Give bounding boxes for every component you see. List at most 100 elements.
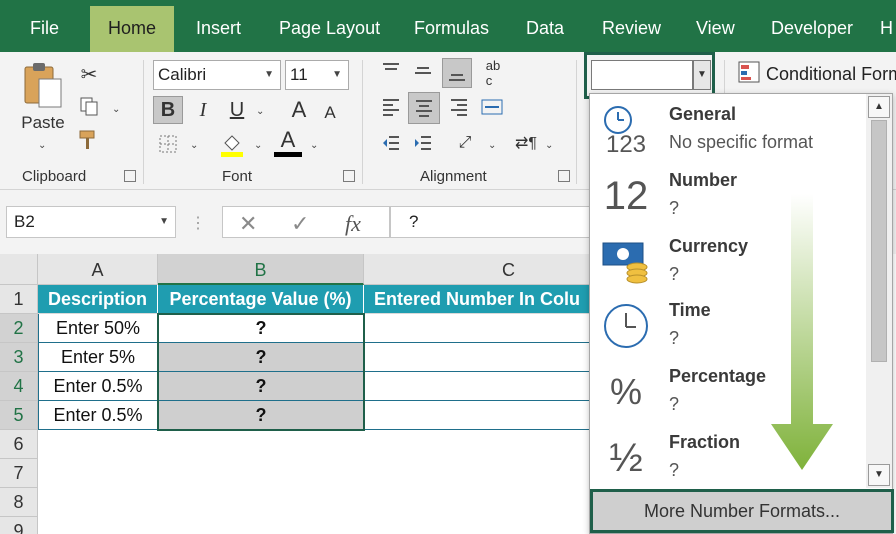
table-cell[interactable]: ? — [158, 372, 364, 401]
underline-dropdown-icon[interactable]: ⌄ — [256, 106, 264, 117]
table-header-cell[interactable]: Percentage Value (%) — [158, 285, 364, 314]
tab-help[interactable]: H — [880, 0, 893, 52]
row-header[interactable]: 7 — [0, 459, 38, 488]
conditional-formatting-label: Conditional Form — [766, 63, 896, 84]
chevron-down-icon[interactable]: ▼ — [693, 60, 711, 90]
alignment-launcher-icon[interactable] — [558, 170, 570, 182]
table-cell[interactable] — [364, 314, 590, 343]
bold-button[interactable]: B — [153, 96, 183, 124]
align-middle-icon[interactable] — [410, 60, 436, 82]
table-cell[interactable]: Enter 0.5% — [38, 401, 158, 430]
number-format-combo[interactable]: ▼ — [584, 52, 715, 99]
increase-indent-icon[interactable] — [410, 130, 436, 156]
tab-data[interactable]: Data — [526, 0, 564, 52]
paragraph-direction-dropdown-icon[interactable]: ⌄ — [545, 140, 553, 151]
italic-button[interactable]: I — [189, 96, 217, 124]
table-cell[interactable] — [364, 401, 590, 430]
fill-color-icon[interactable] — [218, 130, 246, 158]
font-launcher-icon[interactable] — [343, 170, 355, 182]
percent-icon: % — [609, 371, 642, 412]
cancel-icon[interactable]: ✕ — [239, 211, 257, 237]
number-format-name: Currency — [669, 236, 749, 256]
shrink-font-button[interactable]: A — [317, 100, 343, 126]
row-header[interactable]: 2 — [0, 314, 38, 343]
enter-icon[interactable]: ✓ — [291, 211, 309, 237]
tab-developer[interactable]: Developer — [771, 0, 853, 52]
tab-review[interactable]: Review — [602, 0, 661, 52]
table-cell-active[interactable]: ? — [158, 314, 364, 343]
chevron-down-icon[interactable]: ▼ — [159, 207, 169, 237]
row-header[interactable]: 6 — [0, 430, 38, 459]
formula-input[interactable]: ? — [390, 206, 610, 238]
row-header[interactable]: 9 — [0, 517, 38, 534]
font-size-combo[interactable]: 11 ▼ — [285, 60, 349, 90]
table-cell[interactable]: ? — [158, 401, 364, 430]
font-color-button[interactable]: A — [274, 127, 302, 152]
table-cell[interactable] — [364, 372, 590, 401]
chevron-down-icon[interactable]: ▼ — [332, 61, 342, 89]
column-header-b[interactable]: B — [158, 254, 364, 285]
borders-icon[interactable] — [155, 132, 181, 156]
borders-dropdown-icon[interactable]: ⌄ — [190, 140, 198, 151]
paste-button[interactable]: Paste — [18, 112, 68, 134]
font-name-combo[interactable]: Calibri ▼ — [153, 60, 281, 90]
tab-view[interactable]: View — [696, 0, 735, 52]
font-size-value: 11 — [290, 65, 308, 84]
fill-color-dropdown-icon[interactable]: ⌄ — [254, 140, 262, 151]
insert-function-icon[interactable]: fx — [345, 211, 361, 237]
align-center-icon[interactable] — [408, 92, 440, 124]
row-header[interactable]: 8 — [0, 488, 38, 517]
conditional-formatting-button[interactable]: Conditional Form — [738, 60, 896, 88]
row-header[interactable]: 3 — [0, 343, 38, 372]
tab-home[interactable]: Home — [90, 6, 175, 56]
number-format-name: General — [669, 104, 737, 124]
row-header[interactable]: 5 — [0, 401, 38, 430]
name-box[interactable]: B2 ▼ — [6, 206, 176, 238]
dropdown-scrollbar[interactable]: ▲ ▼ — [866, 94, 892, 488]
table-cell[interactable]: ? — [158, 343, 364, 372]
tab-file[interactable]: File — [30, 0, 59, 52]
text-angle-icon[interactable]: ⤢ — [452, 130, 478, 156]
align-bottom-icon[interactable] — [442, 58, 472, 88]
scroll-up-icon[interactable]: ▲ — [868, 96, 890, 118]
tab-page-layout[interactable]: Page Layout — [279, 0, 380, 52]
table-header-cell[interactable]: Entered Number In Colu — [364, 285, 590, 314]
align-left-icon[interactable] — [378, 94, 404, 120]
select-all-corner[interactable] — [0, 254, 38, 285]
row-header[interactable]: 4 — [0, 372, 38, 401]
orientation-icon[interactable]: ab c — [478, 58, 508, 88]
decrease-indent-icon[interactable] — [378, 130, 404, 156]
more-number-formats-button[interactable]: More Number Formats... — [590, 489, 894, 533]
tab-insert[interactable]: Insert — [196, 0, 241, 52]
number-format-input[interactable] — [591, 60, 693, 90]
table-cell[interactable]: Enter 0.5% — [38, 372, 158, 401]
underline-button[interactable]: U — [223, 96, 251, 124]
chevron-down-icon[interactable]: ▼ — [264, 61, 274, 89]
font-color-dropdown-icon[interactable]: ⌄ — [310, 140, 318, 151]
table-header-cell[interactable]: Description — [38, 285, 158, 314]
clipboard-launcher-icon[interactable] — [124, 170, 136, 182]
grow-font-button[interactable]: A — [285, 96, 313, 124]
scrollbar-thumb[interactable] — [871, 120, 887, 362]
text-angle-dropdown-icon[interactable]: ⌄ — [488, 140, 496, 151]
row-header[interactable]: 1 — [0, 285, 38, 314]
format-painter-icon[interactable] — [76, 128, 102, 152]
paragraph-direction-icon[interactable]: ⇄¶ — [512, 130, 540, 156]
number-format-option-general[interactable]: 123 General No specific format — [590, 98, 866, 164]
cut-icon[interactable]: ✂ — [76, 62, 102, 86]
table-cell[interactable]: Enter 50% — [38, 314, 158, 343]
align-top-icon[interactable] — [378, 60, 404, 82]
paste-dropdown-icon[interactable]: ⌄ — [38, 140, 46, 151]
scroll-down-icon[interactable]: ▼ — [868, 464, 890, 486]
formula-bar-grip-icon[interactable]: ⋮ — [190, 212, 206, 234]
column-header-a[interactable]: A — [38, 254, 158, 285]
table-cell[interactable]: Enter 5% — [38, 343, 158, 372]
formula-value: ? — [409, 212, 419, 231]
paste-icon[interactable] — [18, 60, 68, 110]
tab-formulas[interactable]: Formulas — [414, 0, 489, 52]
wrap-text-icon[interactable] — [478, 94, 506, 120]
table-cell[interactable] — [364, 343, 590, 372]
copy-icon[interactable] — [76, 94, 102, 118]
copy-dropdown-icon[interactable]: ⌄ — [112, 104, 120, 115]
align-right-icon[interactable] — [446, 94, 472, 120]
